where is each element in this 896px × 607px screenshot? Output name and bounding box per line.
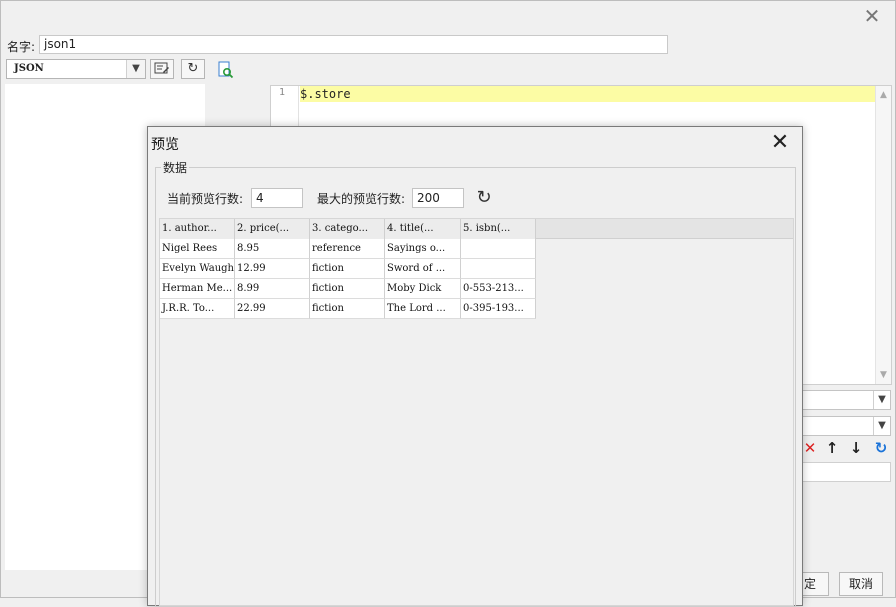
cancel-button[interactable]: 取消	[839, 572, 883, 596]
reload-icon[interactable]: ↻	[872, 439, 890, 457]
preview-table[interactable]: 1. author... 2. price(... 3. catego... 4…	[159, 218, 794, 606]
table-cell: 8.95	[235, 239, 310, 259]
table-cell: reference	[310, 239, 385, 259]
current-rows-label: 当前预览行数:	[167, 192, 244, 206]
chevron-down-icon[interactable]: ▼	[126, 60, 145, 78]
table-cell: Nigel Rees	[160, 239, 235, 259]
close-icon[interactable]: ✕	[863, 6, 881, 26]
type-select[interactable]: JSON ▼	[6, 59, 146, 79]
data-group: 数据 当前预览行数: 4 最大的预览行数: 200 ↻ 1. author...…	[155, 159, 796, 607]
preview-button[interactable]	[217, 61, 235, 79]
preview-search-icon	[218, 61, 234, 79]
refresh-icon[interactable]: ↻	[474, 188, 494, 208]
table-cell: Moby Dick	[385, 279, 461, 299]
table-cell: 12.99	[235, 259, 310, 279]
refresh-icon: ↻	[187, 61, 199, 76]
arrow-up-icon[interactable]: ↑	[823, 439, 841, 457]
delete-icon[interactable]: ✕	[801, 439, 819, 457]
table-cell: Herman Me...	[160, 279, 235, 299]
table-cell: fiction	[310, 299, 385, 319]
table-cell: Sword of ...	[385, 259, 461, 279]
table-cell: Evelyn Waugh	[160, 259, 235, 279]
type-select-value: JSON	[14, 63, 44, 74]
editor-scrollbar[interactable]: ▲ ▼	[875, 86, 891, 384]
option-combo-1[interactable]: ▼	[801, 390, 891, 410]
column-header[interactable]: 4. title(...	[385, 219, 461, 239]
close-icon[interactable]: ✕	[770, 132, 790, 154]
table-header: 1. author... 2. price(... 3. catego... 4…	[160, 219, 793, 239]
chevron-down-icon[interactable]: ▼	[873, 417, 890, 435]
scroll-up-icon[interactable]: ▲	[876, 88, 891, 102]
table-cell	[461, 239, 536, 259]
current-line-highlight	[300, 86, 875, 102]
table-cell: 0-553-213...	[461, 279, 536, 299]
code-text[interactable]: $.store	[300, 86, 351, 102]
edit-params-button[interactable]	[150, 59, 174, 79]
table-cell: 0-395-193...	[461, 299, 536, 319]
table-cell: 8.99	[235, 279, 310, 299]
max-rows-input[interactable]: 200	[412, 188, 464, 208]
current-rows-input[interactable]: 4	[251, 188, 303, 208]
max-rows-label: 最大的预览行数:	[317, 192, 406, 206]
table-cell: fiction	[310, 259, 385, 279]
column-header[interactable]: 1. author...	[160, 219, 235, 239]
edit-params-icon	[154, 62, 169, 74]
refresh-button[interactable]: ↻	[181, 59, 205, 79]
option-combo-2[interactable]: ▼	[801, 416, 891, 436]
dialog-title: 预览	[151, 137, 179, 153]
column-header[interactable]: 5. isbn(...	[461, 219, 536, 239]
table-cell: 22.99	[235, 299, 310, 319]
name-label: 名字:	[7, 40, 36, 54]
chevron-down-icon[interactable]: ▼	[873, 391, 890, 409]
table-cell: The Lord ...	[385, 299, 461, 319]
table-cell: J.R.R. To...	[160, 299, 235, 319]
table-cell: fiction	[310, 279, 385, 299]
name-input[interactable]: json1	[39, 35, 668, 54]
param-text-field[interactable]	[801, 462, 891, 482]
group-label: 数据	[161, 159, 190, 176]
scroll-down-icon[interactable]: ▼	[876, 368, 891, 382]
table-cell	[461, 259, 536, 279]
table-cell: Sayings o...	[385, 239, 461, 259]
line-number: 1	[279, 87, 286, 98]
arrow-down-icon[interactable]: ↓	[847, 439, 865, 457]
column-header[interactable]: 3. catego...	[310, 219, 385, 239]
column-header[interactable]: 2. price(...	[235, 219, 310, 239]
preview-dialog: 预览 ✕ 数据 当前预览行数: 4 最大的预览行数: 200 ↻ 1. auth…	[147, 126, 803, 607]
